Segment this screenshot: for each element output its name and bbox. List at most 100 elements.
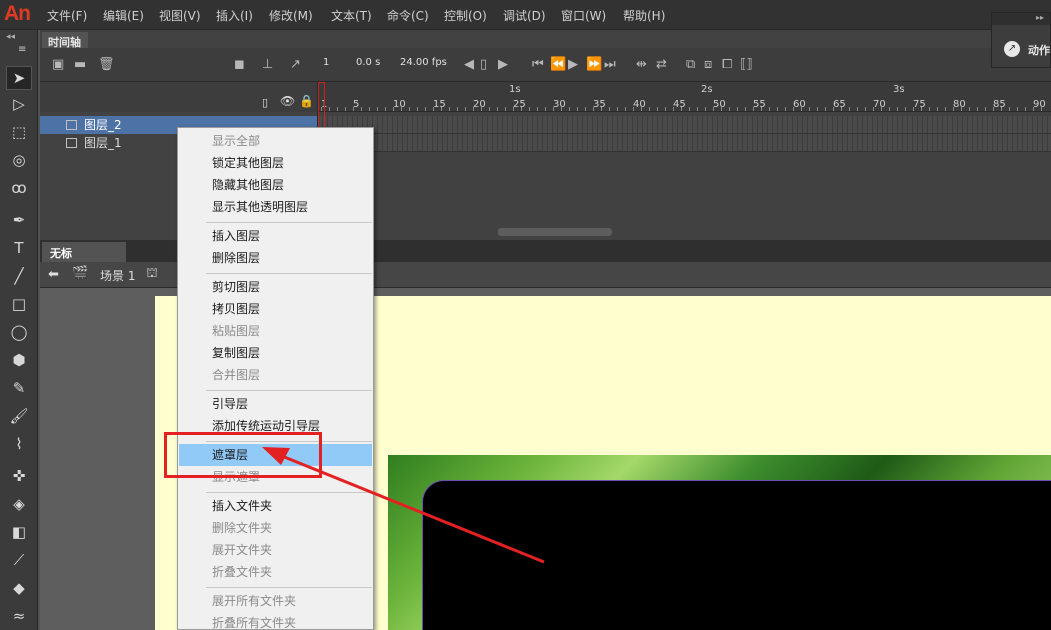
frame-row-layer-2[interactable] — [318, 116, 1051, 134]
play-icon[interactable]: ▶ — [568, 57, 578, 72]
back-arrow-icon[interactable]: ⬅ — [48, 267, 59, 282]
outline-column-icon[interactable]: ▯ — [262, 96, 268, 109]
menu-guide-layer[interactable]: 引导层 — [179, 393, 372, 415]
brush-tool-icon[interactable]: ⌇ — [6, 432, 32, 456]
menu-separator — [206, 390, 372, 391]
paint-brush-tool-icon[interactable]: 🖌 — [6, 404, 32, 428]
go-last-frame-icon[interactable]: ⏭ — [604, 57, 616, 72]
menu-expand-all-folders[interactable]: 展开所有文件夹 — [179, 590, 372, 612]
3d-rotation-tool-icon[interactable]: ◎ — [6, 148, 32, 172]
menu-show-others-transparent[interactable]: 显示其他透明图层 — [179, 196, 372, 218]
subselection-tool-icon[interactable]: ▷ — [6, 92, 32, 116]
current-time[interactable]: 0.0 s — [356, 57, 380, 68]
menu-lock-others[interactable]: 锁定其他图层 — [179, 152, 372, 174]
menu-text[interactable]: 文本(T) — [331, 7, 372, 24]
layer-name[interactable]: 图层_1 — [84, 134, 122, 152]
ruler-tick — [1009, 107, 1010, 111]
frame-row-layer-1[interactable] — [318, 134, 1051, 152]
menu-debug[interactable]: 调试(D) — [503, 7, 546, 24]
actions-icon[interactable]: ↗ — [1004, 41, 1020, 57]
center-frame-icon[interactable]: ⇄ — [656, 57, 667, 72]
edit-multiple-frames-icon[interactable]: ⧠ — [722, 57, 732, 72]
menu-expand-folder[interactable]: 展开文件夹 — [179, 539, 372, 561]
step-forward-icon[interactable]: ⏩ — [586, 57, 602, 72]
pen-tool-icon[interactable]: ✒ — [6, 208, 32, 232]
menu-view[interactable]: 视图(V) — [159, 7, 201, 24]
menu-hide-others[interactable]: 隐藏其他图层 — [179, 174, 372, 196]
ruler-tick — [465, 107, 466, 111]
menu-insert[interactable]: 插入(I) — [216, 7, 253, 24]
step-back-icon[interactable]: ⏪ — [550, 57, 566, 72]
ruler-tick — [977, 107, 978, 111]
menu-insert-folder[interactable]: 插入文件夹 — [179, 495, 372, 517]
menu-delete-folder[interactable]: 删除文件夹 — [179, 517, 372, 539]
width-tool-icon[interactable]: ≈ — [6, 604, 32, 628]
ruler-tick — [681, 107, 682, 111]
menu-merge-layers[interactable]: 合并图层 — [179, 364, 372, 386]
menu-insert-layer[interactable]: 插入图层 — [179, 225, 372, 247]
oval-tool-icon[interactable]: ◯ — [6, 320, 32, 344]
eye-icon[interactable]: 👁 — [280, 94, 295, 108]
menu-cut-layer[interactable]: 剪切图层 — [179, 276, 372, 298]
menu-show-all[interactable]: 显示全部 — [179, 130, 372, 152]
paint-bucket-tool-icon[interactable]: ◈ — [6, 492, 32, 516]
menu-collapse-all-folders[interactable]: 折叠所有文件夹 — [179, 612, 372, 630]
next-keyframe-icon[interactable]: ▶ — [498, 57, 508, 72]
document-tab[interactable]: 无标题-1*× — [42, 242, 126, 276]
frame-rate[interactable]: 24.00 fps — [400, 57, 447, 68]
go-first-frame-icon[interactable]: ⏮ — [532, 57, 544, 72]
selection-tool-icon[interactable]: ➤ — [6, 66, 32, 90]
text-tool-icon[interactable]: T — [6, 236, 32, 260]
collapse-icon[interactable]: ◂◂ — [6, 32, 15, 42]
menu-file[interactable]: 文件(F) — [47, 7, 87, 24]
menu-copy-layer[interactable]: 拷贝图层 — [179, 298, 372, 320]
menu-help[interactable]: 帮助(H) — [623, 7, 665, 24]
actions-label[interactable]: 动作 — [1028, 42, 1050, 58]
mask-rectangle[interactable] — [422, 480, 1051, 630]
loop-icon[interactable]: ⇹ — [636, 57, 647, 72]
parent-view-icon[interactable]: ⊥ — [262, 57, 273, 72]
layer-name[interactable]: 图层_2 — [84, 116, 122, 134]
timeline-scrollbar[interactable] — [498, 228, 612, 236]
panel-menu-icon[interactable]: ≡ — [18, 44, 26, 55]
timeline-tab[interactable]: 时间轴 — [42, 32, 88, 49]
onion-skin-icon[interactable]: ⧉ — [686, 57, 695, 72]
new-layer-icon[interactable]: ▣ — [52, 57, 64, 72]
menu-edit[interactable]: 编辑(E) — [103, 7, 144, 24]
free-transform-tool-icon[interactable]: ⬚ — [6, 120, 32, 144]
frames-area[interactable]: 1 5 10 15 20 25 30 35 40 45 50 55 60 65 70 75 80 85 90 1s 2s… — [317, 82, 1051, 240]
pencil-tool-icon[interactable]: ✎ — [6, 376, 32, 400]
insert-keyframe-icon[interactable]: ▯ — [480, 57, 487, 72]
rectangle-tool-icon[interactable]: □ — [6, 292, 32, 316]
frame-ruler[interactable]: 1 5 10 15 20 25 30 35 40 45 50 55 60 65 70 75 80 85 90 1s 2s… — [318, 82, 1051, 112]
prev-keyframe-icon[interactable]: ◀ — [464, 57, 474, 72]
bone-tool-icon[interactable]: ✜ — [6, 464, 32, 488]
camera-icon[interactable]: ◼ — [234, 57, 245, 72]
delete-icon[interactable]: 🗑 — [98, 57, 115, 72]
eraser-tool-icon[interactable]: ◆ — [6, 576, 32, 600]
menu-paste-layer[interactable]: 粘贴图层 — [179, 320, 372, 342]
new-folder-icon[interactable]: ▬ — [74, 57, 86, 72]
modify-onion-markers-icon[interactable]: ⟦⟧ — [740, 57, 753, 72]
menu-collapse-folder[interactable]: 折叠文件夹 — [179, 561, 372, 583]
menu-control[interactable]: 控制(O) — [444, 7, 487, 24]
eyedropper-tool-icon[interactable]: ⟋ — [6, 548, 32, 572]
ruler-tick — [833, 107, 834, 111]
layer-depth-icon[interactable]: ↗ — [290, 57, 301, 72]
menu-delete-layer[interactable]: 删除图层 — [179, 247, 372, 269]
ink-bottle-tool-icon[interactable]: ◧ — [6, 520, 32, 544]
panel-expand-icon[interactable]: ▸▸ — [992, 13, 1050, 25]
edit-symbols-icon[interactable]: ⛫ — [146, 266, 158, 283]
lock-icon[interactable]: 🔒 — [299, 94, 314, 108]
menu-window[interactable]: 窗口(W) — [561, 7, 606, 24]
ruler-tick — [417, 107, 418, 111]
playhead[interactable] — [318, 82, 325, 128]
scene-name[interactable]: 场景 1 — [100, 267, 135, 284]
polystar-tool-icon[interactable]: ⬢ — [6, 348, 32, 372]
menu-modify[interactable]: 修改(M) — [269, 7, 313, 24]
line-tool-icon[interactable]: ╱ — [6, 264, 32, 288]
lasso-tool-icon[interactable]: ꝏ — [6, 176, 32, 200]
menu-commands[interactable]: 命令(C) — [387, 7, 429, 24]
onion-outline-icon[interactable]: ⧈ — [704, 57, 712, 72]
menu-duplicate-layer[interactable]: 复制图层 — [179, 342, 372, 364]
